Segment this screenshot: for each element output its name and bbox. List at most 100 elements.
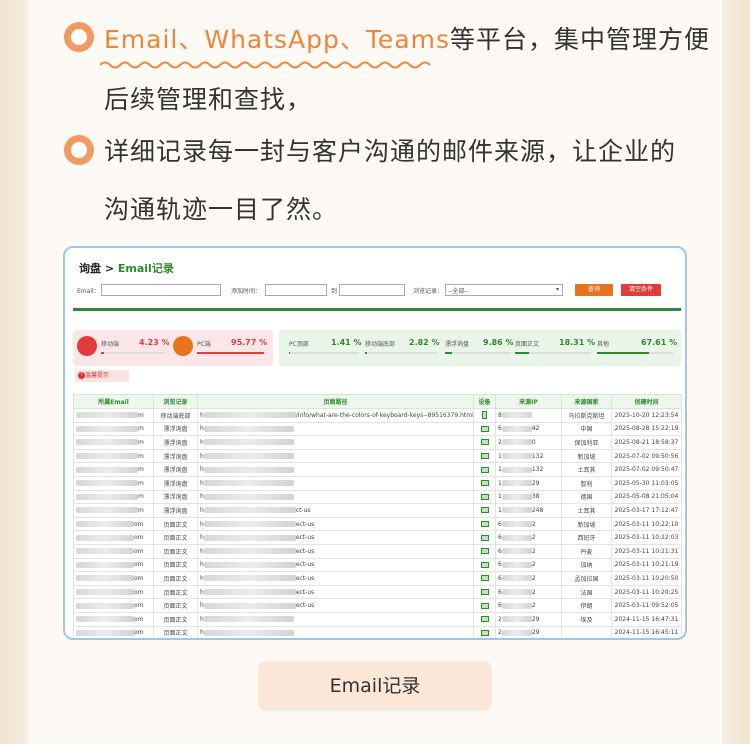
path-cell[interactable]: h ect-us [197,530,474,545]
path-cell[interactable]: h ect-us [197,571,474,586]
country-cell: 土耳其 [561,503,612,518]
browse-cell: 页面正文 [153,516,198,532]
desktop-icon [480,521,489,528]
ip-suffix: 2 [531,561,536,569]
redacted-block [203,466,294,473]
search-button[interactable]: 查询 [575,284,613,296]
table-row[interactable]: m 移动端底部 h/info/what-are-the-colors-of-keyb… [73,408,682,423]
email-cell: om [73,584,154,600]
ip-suffix: 132 [531,466,544,474]
table-row[interactable]: m 漂浮询盘 h 1 29 智利 2025-05-30 11:03:05 [73,475,682,491]
time-cell: 2025-03-11 09:52:05 [611,598,682,613]
redacted-block [501,425,532,432]
ip-cell: 1 29 [495,475,562,491]
path-cell[interactable]: h ct-us [197,503,474,518]
desktop-icon [480,507,489,514]
device-cell [473,435,496,450]
ip-cell: 62 [495,571,562,586]
path-cell[interactable]: h ect-us [197,598,474,613]
table-row[interactable]: m 漂浮询盘 h 2 0 保加利亚 2025-08-21 18:58:37 [73,435,682,450]
email-cell: m [73,503,154,518]
browse-cell: 页面正文 [153,625,198,638]
path-cell[interactable]: h [197,448,474,464]
stat-label: 漂浮询盘 [445,341,470,348]
table-row[interactable]: m 漂浮询盘 h 1 38 德国 2025-05-08 21:05:04 [73,489,682,505]
email-suffix: om [134,534,144,542]
path-cell[interactable]: h [197,435,474,450]
browse-cell: 漂浮询盘 [153,503,198,518]
table-row[interactable]: m 漂浮询盘 h 1 132 新加坡 2025-07-02 09:50:56 [73,448,682,464]
country-cell: 中国 [561,421,612,437]
path-cell[interactable]: h ect-us [197,543,474,559]
redacted-block [76,589,134,596]
table-row[interactable]: m 漂浮询盘 h ct-us 1 248 土耳其 2025-03-17 17:12:47 [73,503,682,518]
ip-suffix: 2 [531,588,536,596]
clear-button[interactable]: 清空条件 [621,284,661,296]
ip-cell: 62 [495,530,562,545]
bullet-text: 等平台，集中管理方便 [450,25,711,54]
table-row[interactable]: m 漂浮询盘 h 6 42 中国 2025-08-28 15:22:19 [73,421,682,437]
browse-cell: 页面正文 [153,598,198,613]
breadcrumb-parent[interactable]: 询盘 > [79,262,118,275]
redacted-block [76,548,134,555]
device-cell [473,462,496,477]
email-label: Email： [77,288,100,295]
path-cell[interactable]: h/info/what-are-the-colors-of-keyboard-k… [197,408,474,423]
device-cell [473,421,496,437]
browse-cell: 漂浮询盘 [153,489,198,505]
ip-suffix: 2 [531,534,536,542]
table-row[interactable]: om 页面正文 h 2 29 2024-11-15 16:45:11 [73,625,682,638]
redacted-block [203,425,294,432]
ip-cell: 62 [495,516,562,532]
stat-label: PC端 [197,341,211,348]
breadcrumb-current: Email记录 [117,262,174,275]
redacted-block [203,575,296,582]
device-stats: 移动端 4.23 % PC端 95.77 % [73,330,273,366]
redacted-block [501,602,532,609]
redacted-block [203,534,296,541]
path-cell[interactable]: h ect-us [197,584,474,600]
mobile-icon [482,411,487,420]
stat-bar [289,352,359,354]
country-cell: 土耳其 [561,462,612,477]
table-row[interactable]: om 页面正文 h ect-us 6 2 西班牙 2025-03-11 10:22:03 [73,530,682,545]
table-row[interactable]: om 页面正文 h ect-us 6 2 孟加拉国 2025-03-11 10:20:50 [73,571,682,586]
ip-suffix: 2 [531,520,536,528]
table-row[interactable]: om 页面正文 h ect-us 6 2 伊朗 2025-03-11 09:52:05 [73,598,682,613]
table-row[interactable]: m 漂浮询盘 h 1 132 土耳其 2025-07-02 09:50:47 [73,462,682,477]
browse-cell: 页面正文 [153,543,198,559]
device-cell [473,611,496,627]
redacted-block [203,629,294,636]
path-cell[interactable]: h [197,421,474,437]
redacted-block [203,412,296,419]
redacted-block [76,453,138,460]
table-row[interactable]: om 页面正文 h ect-us 6 2 法国 2025-03-11 10:20:25 [73,584,682,600]
desktop-icon [480,493,489,500]
email-suffix: om [134,561,144,569]
ip-suffix: 38 [531,493,540,501]
table-row[interactable]: om 页面正文 h ect-us 6 2 新加坡 2025-03-11 10:22:10 [73,516,682,532]
redacted-block [501,616,532,623]
path-cell[interactable]: h [197,611,474,627]
time-cell: 2025-03-11 10:20:25 [611,584,682,600]
browse-select[interactable]: --全部-- ▾ [445,284,563,296]
country-cell [561,625,612,638]
ip-cell: 1 248 [495,503,562,518]
path-cell[interactable]: h [197,475,474,491]
country-cell: 埃及 [561,611,612,627]
table-row[interactable]: om 页面正文 h ect-us 6 2 加纳 2025-03-11 10:21:19 [73,557,682,573]
chevron-down-icon: ▾ [555,286,559,293]
start-date-input[interactable] [265,284,327,296]
path-cell[interactable]: h [197,489,474,505]
ip-suffix: 42 [531,425,540,433]
path-cell[interactable]: h [197,462,474,477]
path-cell[interactable]: h ect-us [197,516,474,532]
table-row[interactable]: om 页面正文 h ect-us 6 2 丹麦 2025-03-11 10:21:31 [73,543,682,559]
end-date-input[interactable] [339,284,405,296]
path-cell[interactable]: h ect-us [197,557,474,573]
redacted-block [203,602,296,609]
tip-badge[interactable]: 温馨提示 [75,370,129,382]
table-row[interactable]: om 页面正文 h 2 29 埃及 2024-11-15 16:47:31 [73,611,682,627]
path-cell[interactable]: h [197,625,474,638]
email-input[interactable] [101,284,221,296]
